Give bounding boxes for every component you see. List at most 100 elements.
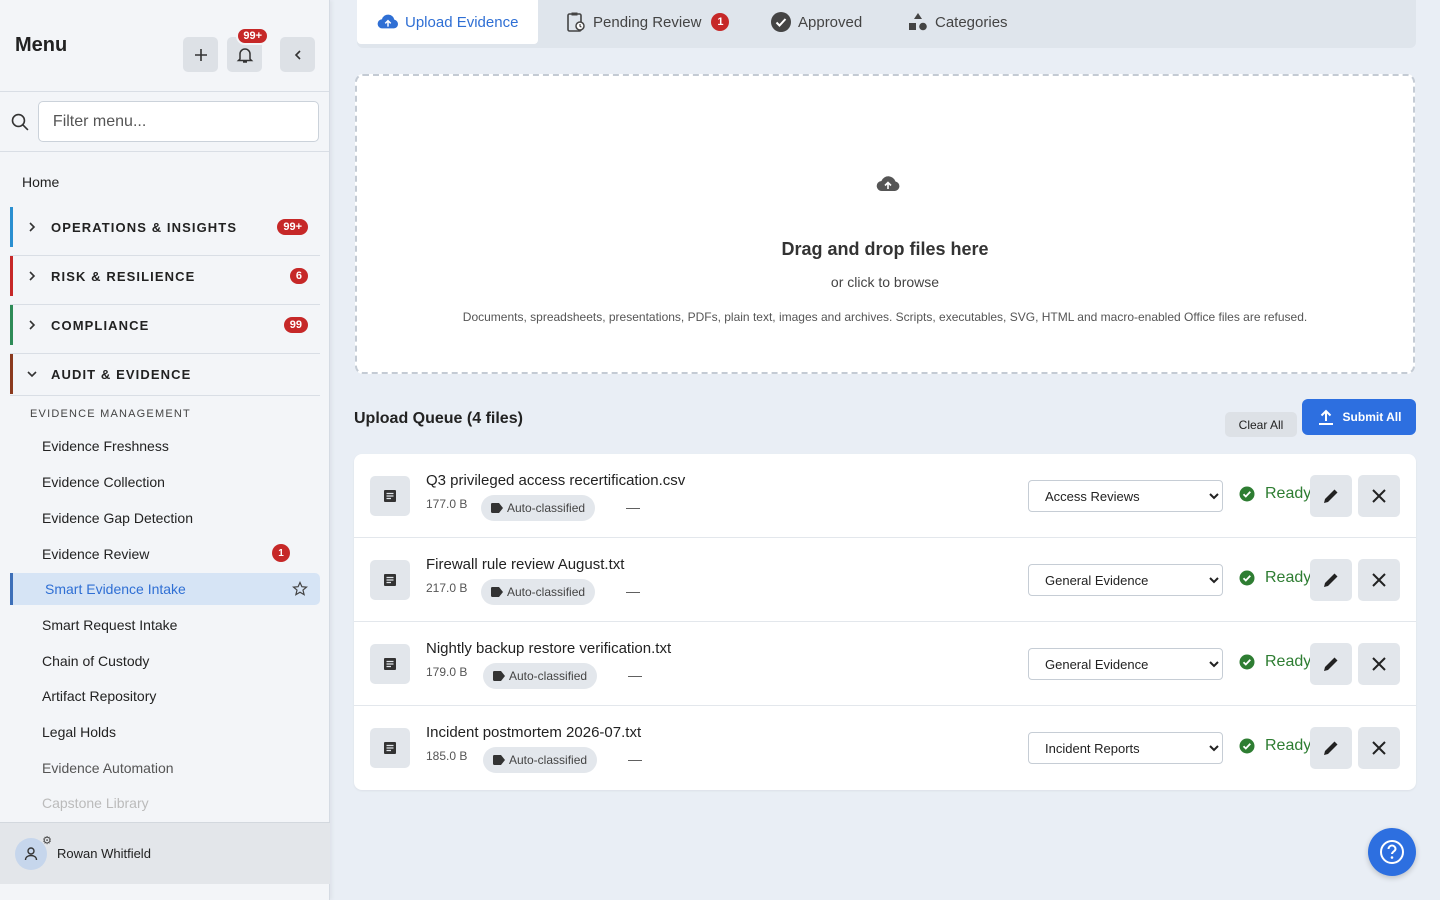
pending-review-badge: 1 <box>711 13 730 31</box>
status-label: Ready <box>1265 485 1312 502</box>
collapse-sidebar-button[interactable] <box>280 37 315 72</box>
category-select[interactable]: Access Reviews <box>1028 480 1223 512</box>
queue-row: Firewall rule review August.txt 217.0 B … <box>354 538 1416 622</box>
dash-placeholder: — <box>628 667 642 683</box>
check-circle-icon <box>770 11 792 33</box>
sidebar: Menu 99+ Home OPERATIONS & INSIGHTS 99+ <box>0 0 330 900</box>
chip-label: Auto-classified <box>507 501 586 515</box>
check-circle-icon <box>1239 738 1255 754</box>
clear-all-button[interactable]: Clear All <box>1225 412 1297 437</box>
user-profile[interactable]: ⚙ Rowan Whitfield <box>0 822 330 884</box>
nav-item-chain-of-custody[interactable]: Chain of Custody <box>42 653 149 669</box>
chevron-left-icon <box>294 49 301 60</box>
nav-item-artifact-repository[interactable]: Artifact Repository <box>42 688 156 704</box>
dropzone-file-types-note: Documents, spreadsheets, presentations, … <box>462 310 1308 324</box>
user-name: Rowan Whitfield <box>57 846 151 861</box>
upload-icon <box>1318 409 1333 425</box>
queue-row: Q3 privileged access recertification.csv… <box>354 454 1416 538</box>
pencil-icon <box>1324 573 1338 587</box>
category-select[interactable]: General Evidence <box>1028 564 1223 596</box>
help-button[interactable] <box>1368 828 1416 876</box>
auto-classified-chip: Auto-classified <box>483 747 598 773</box>
pencil-icon <box>1324 741 1338 755</box>
nav-section-compliance[interactable]: COMPLIANCE 99 <box>10 305 320 345</box>
star-icon[interactable] <box>292 581 308 597</box>
upload-queue-list: Q3 privileged access recertification.csv… <box>354 454 1416 790</box>
add-button[interactable] <box>183 37 218 72</box>
tab-label: Upload Evidence <box>405 13 519 31</box>
file-name: Nightly backup restore verification.txt <box>426 640 672 657</box>
nav-section-audit-evidence[interactable]: AUDIT & EVIDENCE <box>10 354 320 394</box>
submit-all-button[interactable]: Submit All <box>1302 399 1416 435</box>
file-text-icon <box>370 560 410 600</box>
filter-menu-input[interactable] <box>37 101 319 142</box>
nav-section-label: OPERATIONS & INSIGHTS <box>51 219 238 235</box>
evidence-review-badge: 1 <box>272 544 290 562</box>
sidebar-title: Menu <box>15 34 68 56</box>
tag-icon <box>493 671 505 681</box>
nav-section-count: 99 <box>283 317 308 333</box>
pencil-icon <box>1324 489 1338 503</box>
nav-item-home[interactable]: Home <box>22 174 59 190</box>
auto-classified-chip: Auto-classified <box>481 495 596 521</box>
cloud-upload-icon <box>876 176 900 192</box>
dropzone-subtitle: or click to browse <box>830 274 940 290</box>
tab-categories[interactable]: Categories <box>907 0 1008 44</box>
close-icon <box>1372 489 1386 503</box>
file-name: Firewall rule review August.txt <box>426 556 625 573</box>
nav-section-count: 6 <box>289 268 308 284</box>
tab-upload-evidence[interactable]: Upload Evidence <box>357 0 539 44</box>
nav-item-legal-holds[interactable]: Legal Holds <box>42 724 116 740</box>
close-icon <box>1372 741 1386 755</box>
nav-section-operations-insights[interactable]: OPERATIONS & INSIGHTS 99+ <box>10 207 320 247</box>
nav-section-label: RISK & RESILIENCE <box>51 268 196 284</box>
remove-button[interactable] <box>1358 559 1400 601</box>
dash-placeholder: — <box>628 751 642 767</box>
plus-icon <box>194 48 207 61</box>
nav-item-evidence-review[interactable]: Evidence Review <box>42 546 149 562</box>
nav-item-evidence-freshness[interactable]: Evidence Freshness <box>42 438 169 454</box>
edit-button[interactable] <box>1310 559 1352 601</box>
nav-item-evidence-automation[interactable]: Evidence Automation <box>42 760 174 776</box>
nav-section-label: AUDIT & EVIDENCE <box>51 366 192 382</box>
file-size: 177.0 B <box>426 497 468 511</box>
nav-section-label: COMPLIANCE <box>51 317 150 333</box>
status-ready: Ready <box>1239 737 1311 755</box>
remove-button[interactable] <box>1358 475 1400 517</box>
chip-label: Auto-classified <box>507 585 586 599</box>
check-circle-icon <box>1239 486 1255 502</box>
edit-button[interactable] <box>1310 643 1352 685</box>
remove-button[interactable] <box>1358 643 1400 685</box>
dash-placeholder: — <box>626 499 640 515</box>
tab-label: Pending Review <box>593 13 702 31</box>
nav-item-label: Smart Evidence Intake <box>45 581 186 597</box>
nav-item-evidence-collection[interactable]: Evidence Collection <box>42 474 165 490</box>
search-icon <box>11 113 29 131</box>
pencil-icon <box>1324 657 1338 671</box>
tab-approved[interactable]: Approved <box>770 0 862 44</box>
category-select[interactable]: Incident Reports <box>1028 732 1223 764</box>
sidebar-header: Menu 99+ <box>0 0 329 92</box>
notifications-button[interactable]: 99+ <box>227 27 269 72</box>
edit-button[interactable] <box>1310 727 1352 769</box>
nav-item-capstone-library[interactable]: Capstone Library <box>42 795 149 811</box>
nav-item-evidence-gap-detection[interactable]: Evidence Gap Detection <box>42 510 193 526</box>
status-label: Ready <box>1265 569 1312 586</box>
file-dropzone[interactable]: Drag and drop files here or click to bro… <box>355 74 1415 374</box>
category-select[interactable]: General Evidence <box>1028 648 1223 680</box>
tab-pending-review[interactable]: Pending Review 1 <box>565 0 730 44</box>
tab-bar: Upload Evidence Pending Review 1 Approve… <box>357 0 1416 48</box>
nav-item-smart-evidence-intake[interactable]: Smart Evidence Intake <box>10 573 320 605</box>
status-ready: Ready <box>1239 485 1311 503</box>
nav-section-count: 99+ <box>277 219 308 235</box>
bell-icon <box>236 47 253 63</box>
notification-count-badge: 99+ <box>236 27 269 45</box>
edit-button[interactable] <box>1310 475 1352 517</box>
remove-button[interactable] <box>1358 727 1400 769</box>
status-label: Ready <box>1265 737 1312 754</box>
queue-row: Nightly backup restore verification.txt … <box>354 622 1416 706</box>
nav-section-risk-resilience[interactable]: RISK & RESILIENCE 6 <box>10 256 320 296</box>
file-text-icon <box>370 476 410 516</box>
check-circle-icon <box>1239 570 1255 586</box>
nav-item-smart-request-intake[interactable]: Smart Request Intake <box>42 617 177 633</box>
